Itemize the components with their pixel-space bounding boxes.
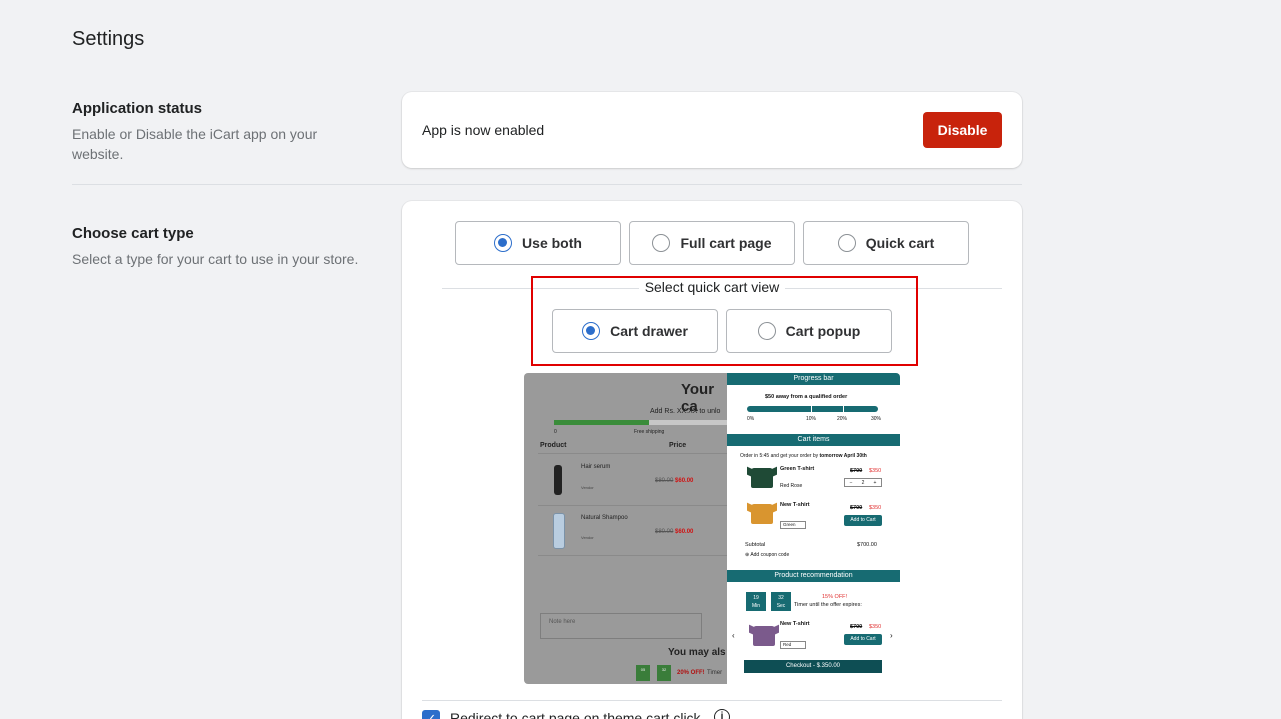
serum-bottle-icon bbox=[554, 465, 562, 495]
carousel-next-icon: › bbox=[890, 631, 893, 640]
preview-line bbox=[538, 505, 728, 506]
preview-new-price: $350 bbox=[869, 505, 882, 511]
full-cart-preview: Your ca Add Rs. XX.XX to unlo 0 Free shi… bbox=[524, 373, 729, 684]
preview-subtotal-label: Subtotal bbox=[745, 542, 766, 548]
preview-item-vendor: Vendor bbox=[581, 535, 594, 540]
app-status-text: App is now enabled bbox=[422, 122, 545, 138]
preview-time-min: 19 Min bbox=[746, 592, 766, 611]
option-label: Full cart page bbox=[680, 235, 772, 251]
preview-old-price: $700 bbox=[850, 624, 863, 630]
option-cart-popup[interactable]: Cart popup bbox=[726, 309, 892, 353]
preview-order-text: Order in 5:45 and get your order by tomo… bbox=[740, 453, 867, 459]
preview-variant-select: Red bbox=[780, 641, 806, 649]
preview-drawer-progress-bar bbox=[747, 406, 878, 412]
preview-offer: 20% OFF! bbox=[677, 670, 705, 676]
preview-item-name: New T-shirt bbox=[780, 502, 810, 508]
orange-shirt-icon bbox=[751, 504, 773, 524]
carousel-prev-icon: ‹ bbox=[732, 631, 735, 640]
preview-tick: 10% bbox=[806, 416, 817, 422]
redirect-divider bbox=[422, 700, 1002, 701]
preview-variant-select: Green bbox=[780, 521, 806, 529]
app-status-description: Enable or Disable the iCart app on your … bbox=[72, 126, 318, 162]
preview-time-sec: 32 Sec bbox=[771, 592, 791, 611]
cart-drawer-preview: Progress bar $50 away from a qualified o… bbox=[727, 373, 900, 684]
preview-tick: 0% bbox=[747, 416, 755, 422]
preview-cart-subtitle: Add Rs. XX.XX to unlo bbox=[650, 408, 721, 415]
redirect-label: Redirect to cart page on theme cart clic… bbox=[450, 710, 701, 719]
option-use-both[interactable]: Use both bbox=[455, 221, 621, 265]
cart-type-description: Select a type for your cart to use in yo… bbox=[72, 251, 359, 267]
page-title: Settings bbox=[72, 28, 145, 50]
preview-old-price: $700 bbox=[850, 468, 863, 474]
preview-add-to-cart: Add to Cart bbox=[844, 515, 882, 526]
option-quick-cart[interactable]: Quick cart bbox=[803, 221, 969, 265]
preview-rec-offer: 15% OFF! bbox=[822, 594, 848, 600]
option-label: Cart drawer bbox=[610, 323, 688, 339]
preview-tick: 0 bbox=[554, 429, 557, 435]
preview-checkout-button: Checkout - $.350.00 bbox=[744, 660, 882, 673]
green-shirt-icon bbox=[751, 468, 773, 488]
preview-col-price: Price bbox=[669, 442, 687, 449]
preview-item-name: Hair serum bbox=[581, 464, 611, 470]
preview-timer-box: 32 bbox=[657, 665, 671, 681]
option-label: Cart popup bbox=[785, 323, 861, 339]
preview-line bbox=[538, 453, 728, 454]
preview-rec-timer: Timer until the offer expires: bbox=[794, 602, 862, 608]
app-status-title: Application status bbox=[72, 100, 203, 117]
cart-type-card: Use both Full cart page Quick cart Selec… bbox=[402, 201, 1022, 719]
preview-may-also: You may als bbox=[668, 647, 726, 658]
preview-col-product: Product bbox=[540, 442, 567, 449]
preview-item-name: New T-shirt bbox=[780, 621, 810, 627]
preview-item-price: $80.00 $60.00 bbox=[655, 529, 694, 535]
preview-new-price: $350 bbox=[869, 468, 882, 474]
radio-icon bbox=[652, 234, 671, 252]
preview-progress-bar bbox=[554, 420, 729, 425]
preview-progress-head: Progress bar bbox=[727, 373, 900, 385]
preview-timer-box: 05 bbox=[636, 665, 650, 681]
preview-qty-stepper: −2 + bbox=[844, 478, 882, 487]
preview-new-price: $350 bbox=[869, 624, 882, 630]
preview-variant: Red Rose bbox=[780, 483, 803, 489]
redirect-checkbox[interactable]: ✓ bbox=[422, 710, 440, 719]
preview-tick: 30% bbox=[871, 416, 882, 422]
preview-coupon: ⊕ Add coupon code bbox=[745, 552, 790, 558]
preview-timer-text: Timer bbox=[707, 670, 723, 676]
info-icon[interactable]: i bbox=[714, 709, 730, 719]
option-label: Quick cart bbox=[865, 235, 935, 251]
preview-item-name: Green T-shirt bbox=[780, 466, 815, 472]
cart-type-title: Choose cart type bbox=[72, 225, 194, 242]
radio-icon bbox=[837, 234, 856, 252]
preview-item-vendor: Vendor bbox=[581, 485, 594, 490]
preview-tick: 20% bbox=[837, 416, 848, 422]
option-full-cart-page[interactable]: Full cart page bbox=[629, 221, 795, 265]
preview-progress-text: $50 away from a qualified order bbox=[765, 394, 848, 400]
radio-selected-icon bbox=[582, 322, 601, 340]
preview-items-head: Cart items bbox=[727, 434, 900, 446]
preview-add-to-cart: Add to Cart bbox=[844, 634, 882, 645]
radio-selected-icon bbox=[494, 234, 513, 252]
preview-item-name: Natural Shampoo bbox=[581, 515, 628, 521]
shampoo-bottle-icon bbox=[553, 513, 565, 549]
app-status-card: App is now enabled Disable bbox=[402, 92, 1022, 168]
preview-subtotal-value: $700.00 bbox=[857, 542, 877, 548]
purple-shirt-icon bbox=[753, 626, 775, 646]
radio-icon bbox=[757, 322, 776, 340]
section-divider bbox=[72, 184, 1022, 185]
cart-preview-image: Your ca Add Rs. XX.XX to unlo 0 Free shi… bbox=[524, 373, 900, 684]
preview-note-box: Note here bbox=[540, 613, 702, 639]
option-cart-drawer[interactable]: Cart drawer bbox=[552, 309, 718, 353]
preview-item-price: $80.00 $60.00 bbox=[655, 478, 694, 484]
option-label: Use both bbox=[522, 235, 582, 251]
disable-button[interactable]: Disable bbox=[923, 112, 1002, 148]
preview-rec-head: Product recommendation bbox=[727, 570, 900, 582]
preview-tick: Free shipping bbox=[634, 429, 665, 435]
preview-line bbox=[538, 555, 728, 556]
preview-old-price: $700 bbox=[850, 505, 863, 511]
